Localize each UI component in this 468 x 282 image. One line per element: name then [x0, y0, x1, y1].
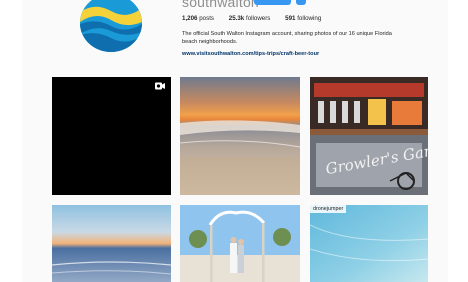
water-sand-post[interactable]: dronejumper: [310, 205, 428, 282]
ocean-sunset-post[interactable]: [52, 205, 171, 282]
follow-button[interactable]: [254, 0, 291, 5]
profile-username: southwalton: [182, 0, 259, 10]
sunset-beach-post[interactable]: [180, 77, 300, 195]
brewery-post[interactable]: Growler's Garage: [310, 77, 428, 195]
video-post[interactable]: [52, 77, 171, 195]
profile-bio: The official South Walton Instagram acco…: [182, 31, 432, 47]
right-margin: [448, 0, 468, 282]
video-camera-icon: [155, 82, 165, 90]
profile-website-link[interactable]: www.visitsouthwalton.com/tips-trips/craf…: [182, 51, 319, 57]
followers-count[interactable]: 25.3k followers: [229, 15, 271, 22]
water-sand-image: [310, 205, 428, 282]
left-margin: [0, 0, 22, 282]
beach-wedding-image: [180, 205, 300, 282]
suggestions-button[interactable]: [296, 0, 306, 5]
posts-count: 1,206 posts: [182, 15, 215, 22]
ocean-sunset-image: [52, 205, 171, 282]
following-count[interactable]: 591 following: [285, 15, 321, 22]
profile-stats: 1,206 posts 25.3k followers 591 followin…: [182, 15, 334, 22]
photo-tag[interactable]: dronejumper: [310, 205, 347, 213]
sunset-beach-image: [180, 77, 300, 195]
brewery-image: Growler's Garage: [310, 77, 428, 195]
bio-line: The official South Walton Instagram acco…: [182, 31, 392, 37]
bio-line: beach neighborhoods.: [182, 38, 238, 45]
beach-wedding-post[interactable]: [180, 205, 300, 282]
